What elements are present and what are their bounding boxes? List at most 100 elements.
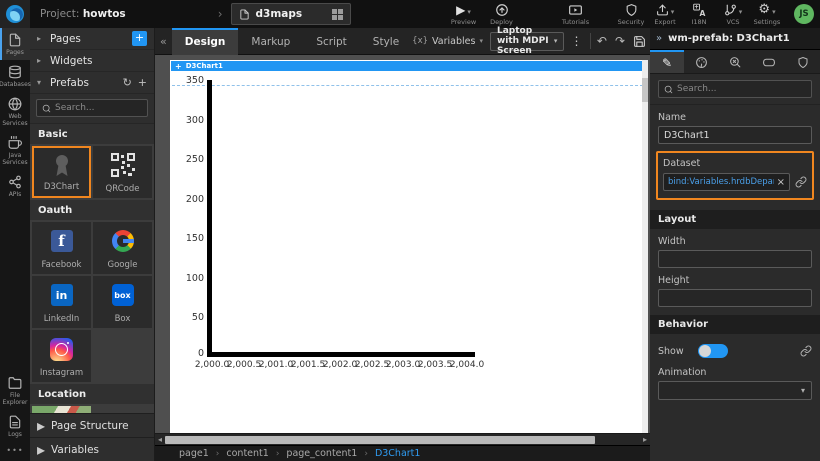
d3chart-ribbon-icon — [50, 152, 74, 178]
y-tick-label: 0 — [170, 348, 204, 359]
project-label: Project: howtos — [40, 8, 126, 20]
qrcode-icon — [111, 153, 135, 177]
scroll-right-icon[interactable]: ▸ — [640, 435, 650, 444]
tab-style[interactable]: Style — [360, 28, 412, 55]
wavemaker-studio: Project: howtos › d3maps ▶▾ Preview Depl… — [0, 0, 820, 461]
animation-select[interactable]: ▾ — [658, 381, 812, 400]
caret-down-icon: ▾ — [37, 78, 44, 87]
add-page-button[interactable]: + — [132, 31, 147, 46]
bind-dataset-button[interactable] — [795, 176, 807, 188]
breadcrumb-d3chart1[interactable]: D3Chart1 — [375, 448, 421, 459]
palette-icon — [695, 56, 708, 69]
tab-device[interactable] — [752, 50, 786, 73]
prefab-search-input[interactable] — [55, 103, 142, 113]
user-avatar[interactable]: JS — [794, 4, 814, 24]
prefab-tile-instagram[interactable]: Instagram — [32, 330, 91, 382]
section-variables[interactable]: ▸ Variables — [30, 437, 154, 461]
add-prefab-button[interactable]: + — [138, 77, 147, 89]
section-pages[interactable]: ▸ Pages + — [30, 28, 154, 50]
save-button[interactable] — [629, 35, 650, 48]
search-icon — [664, 85, 673, 94]
deploy-button[interactable]: Deploy — [485, 3, 519, 26]
width-input[interactable] — [658, 250, 812, 268]
prefab-tile-qrcode[interactable]: QRCode — [93, 146, 152, 198]
refresh-prefabs-button[interactable]: ↻ — [123, 77, 132, 89]
breadcrumb-page1[interactable]: page1 — [179, 448, 209, 459]
page-canvas[interactable]: + D3Chart1 350 300 250 200 150 100 50 — [170, 60, 648, 433]
breadcrumb-page-content1[interactable]: page_content1 — [286, 448, 357, 459]
rail-item-web-services[interactable]: Web Services — [0, 92, 30, 131]
prefab-search-box[interactable] — [36, 99, 148, 117]
prefab-tile-d3chart[interactable]: D3Chart — [32, 146, 91, 198]
tab-script[interactable]: Script — [303, 28, 359, 55]
more-options-icon[interactable]: ⋮ — [564, 34, 588, 48]
bind-show-button[interactable] — [800, 345, 812, 357]
collapse-left-icon[interactable]: « — [155, 35, 172, 48]
section-page-structure[interactable]: ▸ Page Structure — [30, 413, 154, 437]
section-widgets[interactable]: ▸ Widgets — [30, 50, 154, 72]
rail-item-java-services[interactable]: Java Services — [0, 131, 30, 170]
show-toggle[interactable] — [698, 344, 728, 358]
undo-icon[interactable]: ↶ — [593, 34, 611, 48]
rail-item-logs[interactable]: Logs — [0, 410, 30, 442]
clear-binding-icon[interactable]: × — [777, 177, 785, 188]
canvas-horizontal-scrollbar[interactable]: ◂ ▸ — [155, 433, 650, 445]
height-input[interactable] — [658, 289, 812, 307]
scroll-left-icon[interactable]: ◂ — [155, 435, 165, 444]
collapse-right-icon[interactable]: » — [656, 33, 662, 44]
y-tick-label: 200 — [170, 194, 204, 205]
scrollbar-thumb[interactable] — [165, 436, 595, 444]
security-button[interactable]: Security — [614, 3, 648, 26]
page-tab-d3maps[interactable]: d3maps — [231, 3, 351, 25]
redo-icon[interactable]: ↷ — [611, 34, 629, 48]
export-button[interactable]: ▾ Export — [648, 3, 682, 26]
tab-design[interactable]: Design — [172, 28, 239, 55]
tab-security[interactable] — [786, 50, 820, 73]
rail-item-file-explorer[interactable]: File Explorer — [0, 371, 30, 410]
rail-more-button[interactable]: ••• — [0, 442, 30, 461]
properties-search-input[interactable] — [677, 84, 806, 94]
rail-item-apis[interactable]: APIs — [0, 170, 30, 202]
settings-button[interactable]: ⚙▾ Settings — [750, 3, 784, 26]
canvas-vertical-scrollbar[interactable] — [642, 60, 648, 433]
chevron-down-icon: ▾ — [479, 37, 483, 46]
box-icon: box — [112, 284, 134, 306]
tab-markup[interactable]: Markup — [238, 28, 303, 55]
prefab-tile-facebook[interactable]: f Facebook — [32, 222, 91, 274]
rail-item-databases[interactable]: Databases — [0, 60, 30, 92]
tab-events[interactable] — [718, 50, 752, 73]
prefab-tile-linkedin[interactable]: in LinkedIn — [32, 276, 91, 328]
prefab-tile-box[interactable]: box Box — [93, 276, 152, 328]
scrollbar-track[interactable] — [165, 435, 640, 445]
dataset-value-box[interactable]: bind:Variables.hrdbDepartment.dataSe × — [663, 173, 790, 191]
tutorials-button[interactable]: Tutorials — [559, 3, 593, 26]
name-input[interactable] — [658, 126, 812, 144]
caret-right-icon: ▸ — [37, 416, 45, 435]
tab-styles[interactable] — [684, 50, 718, 73]
variables-button[interactable]: {x} Variables ▾ — [412, 36, 483, 47]
variables-x-icon: {x} — [412, 36, 428, 46]
breadcrumb-content1[interactable]: content1 — [226, 448, 268, 459]
device-select[interactable]: Laptop with MDPI Screen ▾ — [490, 32, 564, 51]
canvas-column: « Design Markup Script Style {x} Variabl… — [155, 28, 650, 461]
prefab-tile-map[interactable] — [32, 406, 91, 413]
properties-search-box[interactable] — [658, 80, 812, 98]
preview-button[interactable]: ▶▾ Preview — [447, 3, 481, 26]
rail-item-pages[interactable]: Pages — [0, 28, 30, 60]
play-icon: ▶ — [456, 4, 465, 17]
name-label: Name — [658, 112, 812, 123]
breadcrumb-chevron-icon: › — [218, 7, 223, 21]
animation-label: Animation — [658, 367, 812, 378]
page-switcher-grid-icon[interactable] — [332, 9, 343, 20]
scrollbar-thumb[interactable] — [642, 78, 648, 102]
app-logo[interactable] — [0, 0, 30, 28]
section-prefabs[interactable]: ▾ Prefabs ↻ + — [30, 72, 154, 94]
i18n-button[interactable]: A I18N — [682, 3, 716, 26]
d3-chart: 350 300 250 200 150 100 50 0 2,000.0 2,0… — [170, 60, 648, 433]
vcs-button[interactable]: ▾ VCS — [716, 3, 750, 26]
google-icon — [112, 230, 134, 252]
caret-right-icon: ▸ — [37, 56, 44, 65]
properties-tabs: ✎ — [650, 50, 820, 74]
tab-properties[interactable]: ✎ — [650, 50, 684, 73]
prefab-tile-google[interactable]: Google — [93, 222, 152, 274]
